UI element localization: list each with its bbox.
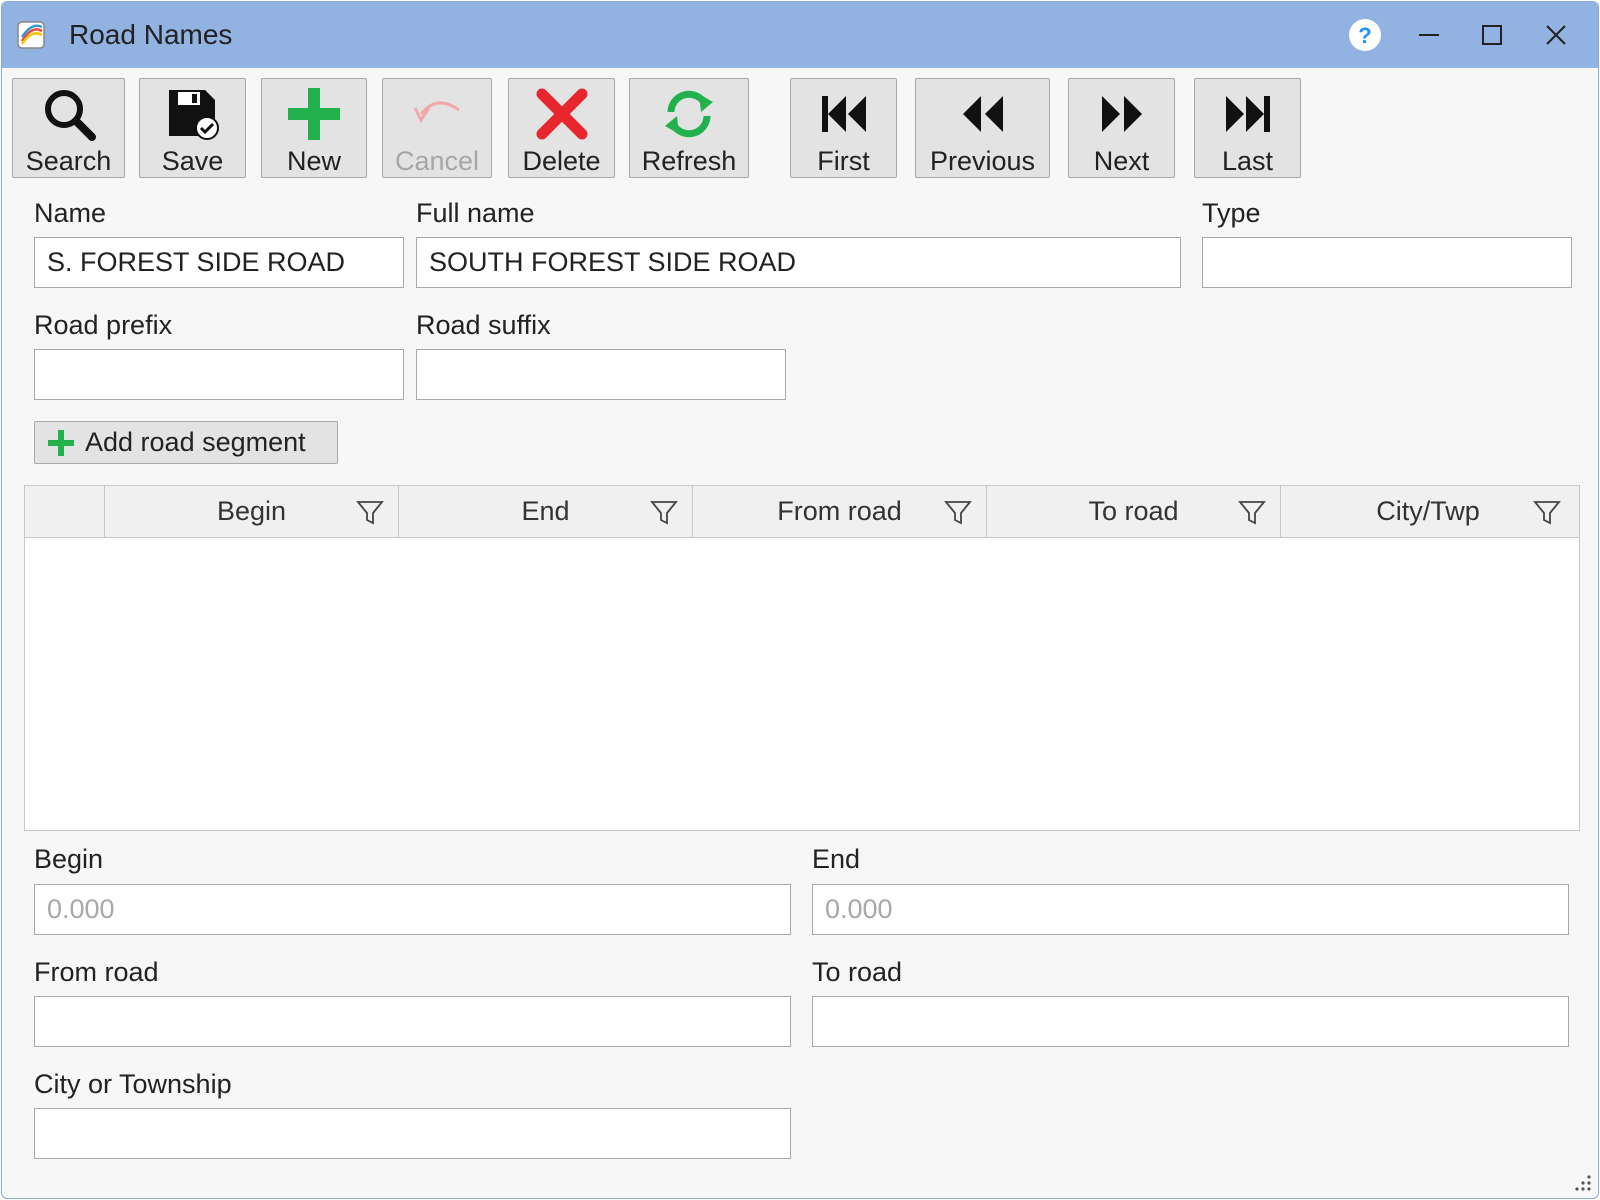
save-label: Save <box>161 146 224 176</box>
type-label: Type <box>1202 198 1261 228</box>
name-input[interactable] <box>34 237 404 288</box>
delete-x-icon <box>536 88 587 139</box>
column-header-label: From road <box>777 496 902 526</box>
column-header-end[interactable]: End <box>399 486 693 537</box>
column-header-to-road[interactable]: To road <box>987 486 1281 537</box>
app-icon <box>17 21 45 49</box>
filter-icon[interactable] <box>944 498 972 526</box>
refresh-button[interactable]: Refresh <box>629 78 749 178</box>
help-button[interactable]: ? <box>1342 12 1388 58</box>
save-button[interactable]: Save <box>139 78 246 178</box>
plus-icon <box>48 429 74 456</box>
filter-icon[interactable] <box>650 498 678 526</box>
road-prefix-input[interactable] <box>34 349 404 400</box>
refresh-icon <box>665 90 713 137</box>
column-header-begin[interactable]: Begin <box>105 486 399 537</box>
svg-text:?: ? <box>1358 23 1371 48</box>
to-road-input[interactable] <box>812 996 1569 1047</box>
grid-corner-cell <box>25 486 105 537</box>
end-input[interactable] <box>812 884 1569 935</box>
road-segments-grid[interactable]: Begin End From road To road City/Twp <box>24 485 1580 831</box>
maximize-icon <box>1482 25 1502 45</box>
full-name-input[interactable] <box>416 237 1181 288</box>
undo-icon <box>413 101 460 123</box>
type-input[interactable] <box>1202 237 1572 288</box>
previous-record-icon <box>962 95 1003 132</box>
cancel-button[interactable]: Cancel <box>382 78 492 178</box>
next-label: Next <box>1093 146 1150 176</box>
plus-icon <box>288 87 340 140</box>
close-button[interactable] <box>1533 12 1579 58</box>
filter-icon[interactable] <box>1533 498 1561 526</box>
filter-icon[interactable] <box>1238 498 1266 526</box>
add-road-segment-button[interactable]: Add road segment <box>34 421 338 464</box>
from-road-label: From road <box>34 957 159 987</box>
title-bar[interactable]: Road Names ? <box>2 2 1598 68</box>
resize-grip-icon[interactable] <box>1572 1172 1592 1192</box>
search-label: Search <box>25 146 112 176</box>
search-button[interactable]: Search <box>12 78 125 178</box>
close-icon <box>1546 25 1566 45</box>
next-record-icon <box>1101 95 1142 132</box>
begin-label: Begin <box>34 844 104 874</box>
new-button[interactable]: New <box>261 78 367 178</box>
first-label: First <box>817 146 870 176</box>
column-header-label: End <box>521 496 570 526</box>
last-button[interactable]: Last <box>1194 78 1301 178</box>
name-label: Name <box>34 198 107 228</box>
to-road-label: To road <box>812 957 903 987</box>
road-names-window: Road Names ? Search Save New Cancel Dele… <box>1 1 1599 1199</box>
city-or-township-input[interactable] <box>34 1108 791 1159</box>
column-header-label: To road <box>1088 496 1179 526</box>
column-header-city-twp[interactable]: City/Twp <box>1281 486 1575 537</box>
end-label: End <box>812 844 861 874</box>
column-header-label: City/Twp <box>1376 496 1480 526</box>
window-title: Road Names <box>69 19 233 50</box>
begin-input[interactable] <box>34 884 791 935</box>
first-button[interactable]: First <box>790 78 897 178</box>
column-header-label: Begin <box>216 496 287 526</box>
grid-header: Begin End From road To road City/Twp <box>25 486 1579 538</box>
help-icon: ? <box>1349 19 1381 51</box>
first-record-icon <box>821 95 866 132</box>
road-suffix-label: Road suffix <box>416 310 551 340</box>
last-label: Last <box>1221 146 1274 176</box>
delete-button[interactable]: Delete <box>508 78 615 178</box>
minimize-icon <box>1419 34 1439 36</box>
maximize-button[interactable] <box>1469 12 1515 58</box>
search-icon <box>44 89 96 141</box>
last-record-icon <box>1225 95 1270 132</box>
previous-label: Previous <box>929 146 1036 176</box>
cancel-label: Cancel <box>394 146 480 176</box>
filter-icon[interactable] <box>356 498 384 526</box>
save-icon <box>168 89 219 140</box>
delete-label: Delete <box>522 146 601 176</box>
minimize-button[interactable] <box>1406 12 1452 58</box>
road-prefix-label: Road prefix <box>34 310 173 340</box>
add-road-segment-label: Add road segment <box>85 427 306 457</box>
from-road-input[interactable] <box>34 996 791 1047</box>
next-button[interactable]: Next <box>1068 78 1175 178</box>
new-label: New <box>286 146 341 176</box>
full-name-label: Full name <box>416 198 535 228</box>
column-header-from-road[interactable]: From road <box>693 486 987 537</box>
refresh-label: Refresh <box>641 146 737 176</box>
road-suffix-input[interactable] <box>416 349 786 400</box>
previous-button[interactable]: Previous <box>915 78 1050 178</box>
city-or-township-label: City or Township <box>34 1069 232 1099</box>
